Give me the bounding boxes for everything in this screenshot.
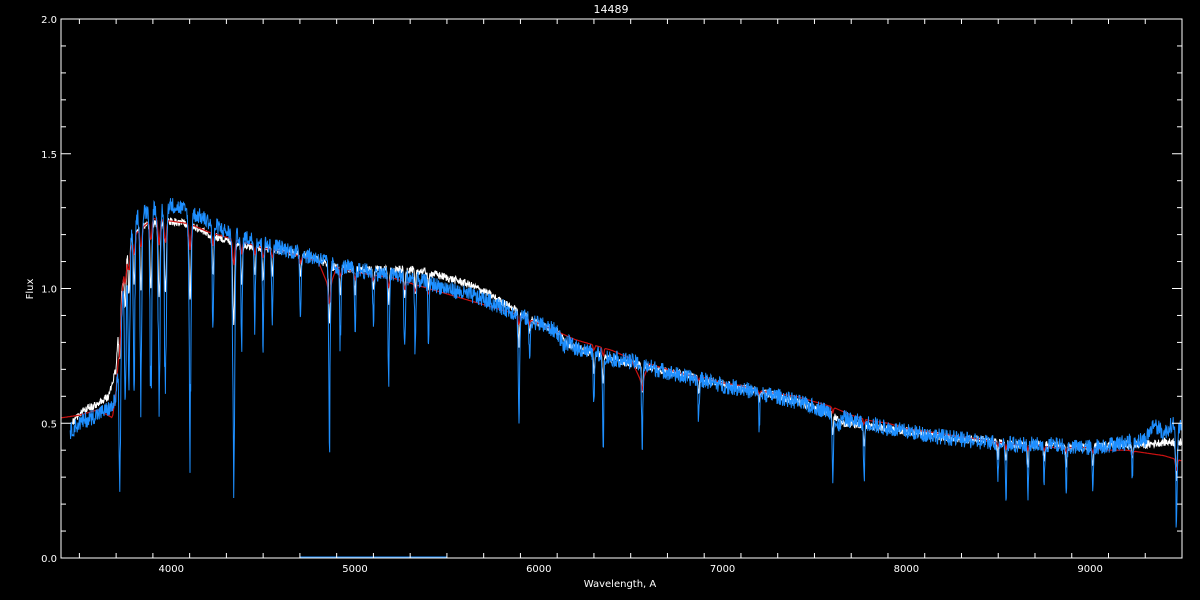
y-axis-label: Flux <box>25 279 36 300</box>
y-tick-label: 0.0 <box>41 554 57 565</box>
x-tick-label: 7000 <box>710 564 735 575</box>
x-axis-label: Wavelength, A <box>584 579 657 590</box>
y-tick-label: 2.0 <box>41 15 57 26</box>
spectrum-chart: 14489 4000 5000 6000 7000 8000 9000 0.0 0.5 1.0… <box>0 0 1200 600</box>
x-tick-label: 9000 <box>1077 564 1102 575</box>
x-tick-label: 6000 <box>526 564 551 575</box>
y-tick-label: 1.5 <box>41 150 57 161</box>
y-tick-label: 1.0 <box>41 285 57 296</box>
x-tick-label: 4000 <box>159 564 184 575</box>
x-tick-label: 8000 <box>894 564 919 575</box>
y-tick-label: 0.5 <box>41 419 57 430</box>
chart-background <box>0 0 1200 600</box>
x-tick-label: 5000 <box>342 564 367 575</box>
chart-title: 14489 <box>594 3 629 16</box>
